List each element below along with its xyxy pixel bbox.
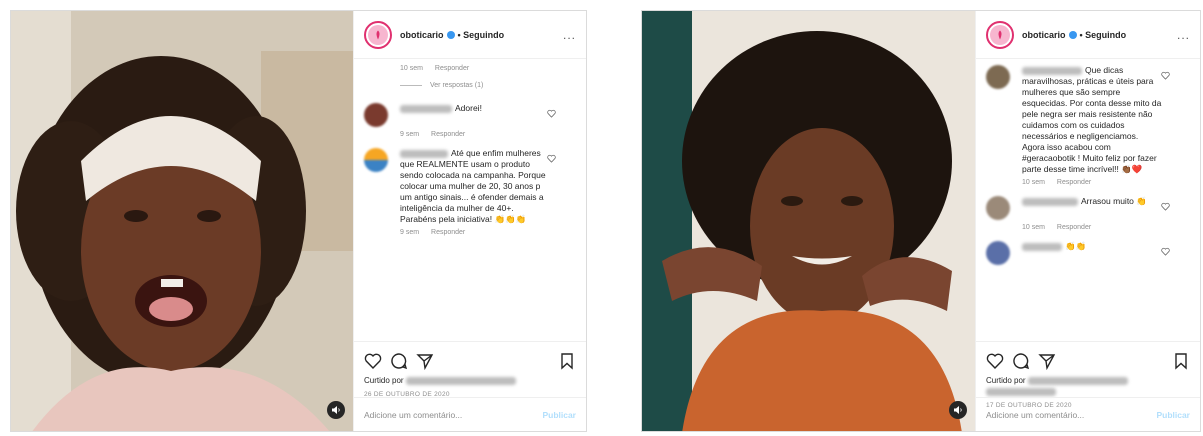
- instagram-post-2: oboticario • Seguindo ... Que dicas mara…: [641, 10, 1201, 432]
- username[interactable]: oboticario: [1022, 30, 1066, 40]
- heart-icon[interactable]: [986, 352, 1004, 370]
- list-item: Que dicas maravilhosas, práticas e úteis…: [986, 65, 1190, 175]
- list-item: Arrasou muito 👏: [986, 196, 1190, 221]
- add-comment-input[interactable]: Adicione um comentário...: [364, 410, 462, 420]
- avatar[interactable]: [364, 20, 392, 49]
- post-header: oboticario • Seguindo ...: [354, 11, 586, 59]
- comment-text: 👏👏: [1065, 241, 1087, 252]
- comment-text: Até que enfim mulheres que REALMENTE usa…: [400, 148, 546, 225]
- comment-icon[interactable]: [390, 352, 408, 370]
- post-actions: Curtido por 17 DE OUTUBRO DE 2020 Adicio…: [976, 341, 1200, 431]
- comment-meta: 9 sem Responder: [400, 229, 576, 236]
- avatar[interactable]: [986, 196, 1010, 221]
- blurred-username[interactable]: [1022, 66, 1082, 75]
- more-options-button[interactable]: ...: [1177, 28, 1190, 42]
- video-frame-woman-curly-hair: [642, 11, 975, 431]
- blurred-likers[interactable]: [1027, 376, 1128, 385]
- comment-text: Que dicas maravilhosas, práticas e úteis…: [1022, 65, 1162, 175]
- list-item: Até que enfim mulheres que REALMENTE usa…: [364, 148, 576, 225]
- liked-by: Curtido por: [986, 376, 1190, 396]
- blurred-username[interactable]: [1022, 198, 1078, 207]
- brand-logo-icon: [998, 30, 1002, 39]
- comment-time: 9 sem: [400, 229, 420, 237]
- liked-by: Curtido por: [364, 376, 576, 385]
- heart-icon[interactable]: [1161, 202, 1170, 212]
- reply-button[interactable]: Responder: [431, 131, 465, 138]
- post-video-1[interactable]: [11, 11, 353, 431]
- reply-button[interactable]: Responder: [431, 229, 465, 236]
- comment-text: Arrasou muito 👏: [1081, 196, 1147, 207]
- comments-list[interactable]: Que dicas maravilhosas, práticas e úteis…: [976, 59, 1200, 341]
- view-replies-button[interactable]: Ver respostas (1): [400, 82, 576, 89]
- following-link[interactable]: • Seguindo: [1080, 30, 1127, 40]
- sound-toggle-button[interactable]: [949, 401, 967, 419]
- publish-button[interactable]: Publicar: [542, 410, 576, 420]
- comment-icon[interactable]: [1012, 352, 1030, 370]
- comment-time: 10 sem: [1022, 179, 1045, 187]
- blurred-likers-line2[interactable]: [986, 388, 1056, 396]
- instagram-post-1: oboticario • Seguindo ... 10 sem Respond…: [10, 10, 587, 432]
- bookmark-icon[interactable]: [1172, 352, 1190, 370]
- video-frame-woman-headband: [11, 11, 353, 431]
- post-actions: Curtido por 26 DE OUTUBRO DE 2020 Adicio…: [354, 341, 586, 431]
- avatar[interactable]: [364, 103, 388, 127]
- heart-icon[interactable]: [547, 154, 556, 163]
- reply-button[interactable]: Responder: [435, 65, 469, 72]
- avatar[interactable]: [986, 65, 1010, 89]
- comment-time: 9 sem: [400, 131, 420, 138]
- avatar[interactable]: [986, 20, 1014, 49]
- view-replies-label: Ver respostas (1): [430, 82, 484, 89]
- verified-icon: [446, 30, 455, 39]
- blurred-username[interactable]: [400, 104, 452, 113]
- bookmark-icon[interactable]: [558, 352, 576, 370]
- sound-icon: [954, 406, 962, 414]
- comments-list[interactable]: 10 sem Responder Ver respostas (1) Adore…: [354, 59, 586, 341]
- comment-text: Adorei!: [455, 103, 482, 113]
- avatar[interactable]: [364, 148, 388, 172]
- brand-logo-icon: [376, 30, 380, 39]
- list-item: 👏👏: [986, 241, 1190, 266]
- sound-icon: [332, 406, 340, 414]
- comment-time: 10 sem: [1022, 224, 1045, 232]
- comment-meta: 9 sem Responder: [400, 131, 576, 138]
- blurred-username[interactable]: [1022, 243, 1062, 252]
- add-comment-bar: Adicione um comentário... Publicar: [976, 397, 1200, 431]
- post-panel-1: oboticario • Seguindo ... 10 sem Respond…: [353, 11, 586, 431]
- avatar[interactable]: [986, 241, 1010, 266]
- list-item: Adorei!: [364, 103, 576, 127]
- username[interactable]: oboticario: [400, 30, 444, 40]
- blurred-likers[interactable]: [405, 376, 516, 385]
- publish-button[interactable]: Publicar: [1156, 410, 1190, 420]
- sound-toggle-button[interactable]: [327, 401, 345, 419]
- post-header: oboticario • Seguindo ...: [976, 11, 1200, 59]
- add-comment-input[interactable]: Adicione um comentário...: [986, 410, 1084, 420]
- comment-time: 10 sem: [400, 65, 423, 72]
- heart-icon[interactable]: [364, 352, 382, 370]
- share-icon[interactable]: [416, 352, 434, 370]
- heart-icon[interactable]: [547, 109, 556, 118]
- more-options-button[interactable]: ...: [563, 28, 576, 42]
- comment-meta: 10 sem Responder: [1022, 224, 1190, 231]
- heart-icon[interactable]: [1161, 71, 1170, 80]
- add-comment-bar: Adicione um comentário... Publicar: [354, 397, 586, 431]
- post-panel-2: oboticario • Seguindo ... Que dicas mara…: [975, 11, 1200, 431]
- comment-meta: 10 sem Responder: [400, 65, 576, 72]
- liked-by-label: Curtido por: [986, 376, 1026, 385]
- share-icon[interactable]: [1038, 352, 1056, 370]
- reply-button[interactable]: Responder: [1057, 179, 1091, 186]
- blurred-username[interactable]: [400, 149, 448, 158]
- heart-icon[interactable]: [1161, 247, 1170, 257]
- comment-meta: 10 sem Responder: [1022, 179, 1190, 186]
- liked-by-label: Curtido por: [364, 376, 404, 385]
- reply-button[interactable]: Responder: [1057, 224, 1091, 231]
- post-video-2[interactable]: [642, 11, 975, 431]
- following-link[interactable]: • Seguindo: [458, 30, 505, 40]
- verified-icon: [1068, 30, 1077, 39]
